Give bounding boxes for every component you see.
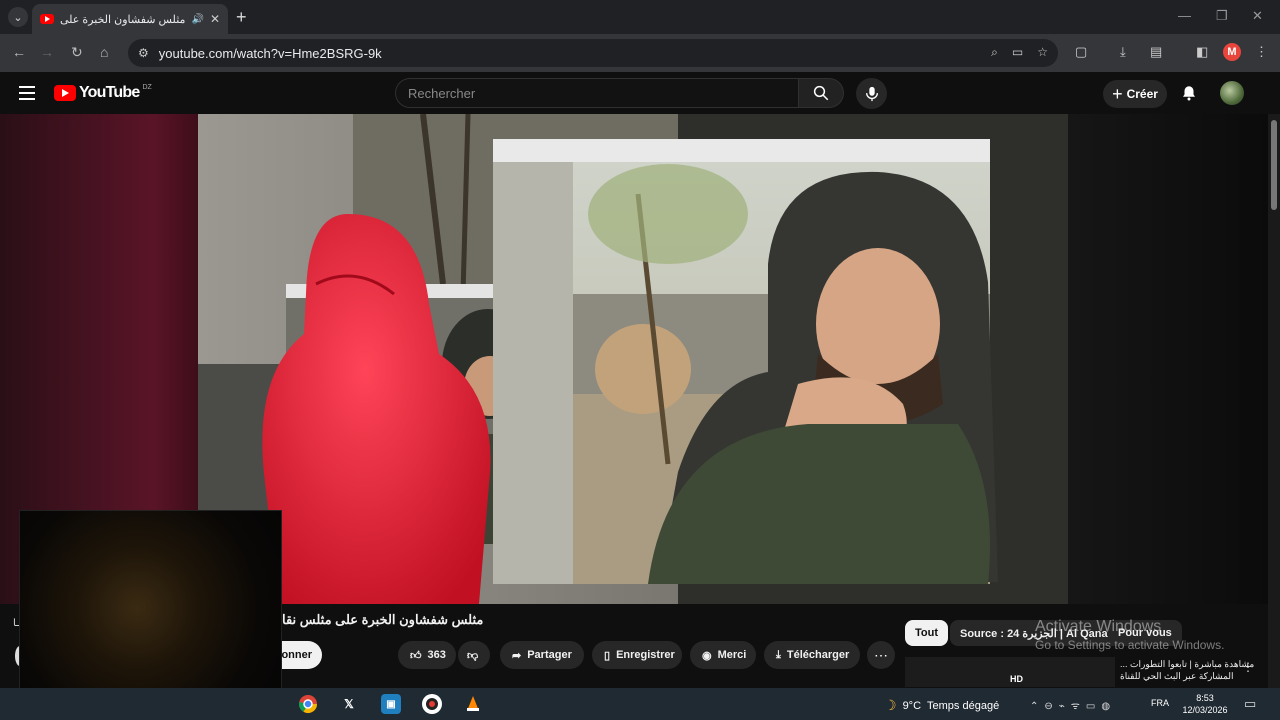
notification-icon[interactable]: ▭	[1244, 696, 1256, 712]
thumbs-up-icon: 👍︎	[410, 649, 422, 662]
system-tray-icons[interactable]: ⌃⊖⌁ᯤ▭◍	[1030, 698, 1116, 712]
recommendation-menu-icon[interactable]: ⋮	[1242, 660, 1254, 674]
back-arrow-icon[interactable]: ←	[12, 44, 26, 60]
menu-kebab-icon[interactable]: ⋮	[1255, 44, 1268, 60]
hd-badge: HD	[1010, 674, 1023, 684]
download-button[interactable]: ⤓ Télécharger	[764, 641, 860, 669]
bookmark-icon: ▯	[604, 649, 611, 662]
address-bar[interactable]: ⚙ youtube.com/watch?v=Hme2BSRG-9k ⌕ ▭ ☆	[128, 39, 1058, 67]
like-button[interactable]: 👍︎ 363	[398, 641, 456, 669]
activate-windows-watermark: Activate Windows Go to Settings to activ…	[1035, 618, 1224, 652]
url-text[interactable]: youtube.com/watch?v=Hme2BSRG-9k	[159, 46, 382, 61]
thanks-label: Merci	[717, 649, 747, 661]
notifications-bell-icon[interactable]	[1180, 84, 1198, 107]
extension-icon[interactable]: ◧	[1196, 44, 1208, 60]
download-icon[interactable]: ⤓	[1120, 44, 1126, 60]
youtube-play-icon	[54, 85, 76, 101]
x-app-icon[interactable]: 𝕏	[339, 694, 359, 714]
chrome-taskbar-icon[interactable]	[298, 694, 318, 714]
youtube-favicon-icon	[40, 14, 54, 24]
weather-widget[interactable]: ☽ 9°C Temps dégagé	[884, 697, 999, 714]
scroll-thumb[interactable]	[1271, 120, 1277, 210]
video-frame[interactable]	[198, 114, 1068, 604]
cast-icon[interactable]: ▭	[1012, 45, 1023, 60]
weather-temp: 9°C	[902, 699, 922, 712]
language-indicator[interactable]: FRA	[1151, 698, 1169, 708]
search-input[interactable]: Rechercher	[395, 78, 799, 108]
share-label: Partager	[527, 649, 572, 661]
create-label: Créer	[1126, 87, 1158, 101]
clock-date: 12/03/2026	[1182, 705, 1228, 715]
reload-icon[interactable]: ↻	[71, 44, 83, 61]
translate-icon[interactable]: ▤	[1150, 44, 1162, 60]
clock-time: 8:53	[1196, 693, 1214, 703]
super-thanks-icon: ◉	[702, 649, 712, 662]
tab-audio-icon[interactable]: 🔊	[191, 14, 203, 25]
search-button[interactable]	[798, 78, 844, 108]
download-arrow-icon: ⤓	[776, 648, 781, 661]
country-code: DZ	[142, 83, 152, 91]
download-label: Télécharger	[786, 649, 850, 661]
page-scrollbar[interactable]	[1268, 114, 1280, 720]
plus-icon: +	[1112, 83, 1123, 104]
browser-toolbar: ← → ↻ ⌂ ⚙ youtube.com/watch?v=Hme2BSRG-9…	[0, 34, 1280, 72]
close-window-button[interactable]: ✕	[1252, 8, 1263, 24]
watermark-line2: Go to Settings to activate Windows.	[1035, 638, 1225, 652]
windows-taskbar: 𝕏 ▣ ☽ 9°C Temps dégagé ⌃⊖⌁ᯤ▭◍ FRA 8:53 1…	[0, 688, 1280, 720]
browser-tab[interactable]: مثلس شفشاون الخبرة على 🔊 ✕	[32, 4, 228, 34]
hamburger-menu-icon[interactable]	[19, 86, 35, 100]
bookmark-star-icon[interactable]: ☆	[1037, 45, 1048, 60]
forward-arrow-icon[interactable]: →	[40, 44, 54, 60]
search-icon	[813, 85, 829, 101]
browser-tab-bar: ⌄ مثلس شفشاون الخبرة على 🔊 ✕ + — ❐ ✕	[0, 0, 1280, 34]
minimize-button[interactable]: —	[1178, 8, 1191, 23]
watermark-line1: Activate Windows	[1035, 618, 1162, 635]
tab-close-icon[interactable]: ✕	[210, 12, 220, 26]
thanks-button[interactable]: ◉ Merci	[690, 641, 756, 669]
video-thumbnail-image	[198, 114, 1068, 604]
tab-search-chevron-icon[interactable]: ⌄	[8, 7, 28, 27]
youtube-header: YouTube DZ Rechercher + Créer	[0, 72, 1280, 114]
maximize-button[interactable]: ❐	[1216, 8, 1228, 24]
weather-text: Temps dégagé	[927, 699, 1000, 712]
share-arrow-icon: ➦	[512, 649, 522, 662]
site-info-icon[interactable]: ⚙	[138, 46, 149, 60]
more-actions-icon[interactable]: ⋯	[867, 641, 895, 669]
create-button[interactable]: + Créer	[1103, 80, 1167, 108]
voice-search-button[interactable]	[856, 78, 887, 109]
youtube-logo[interactable]: YouTube DZ	[54, 84, 152, 102]
vlc-app-icon[interactable]	[463, 694, 483, 714]
zoom-icon[interactable]: ⌕	[991, 45, 998, 60]
video-title: مثلس شفشاون الخبرة على مثلس نقا	[282, 612, 484, 627]
like-count: 363	[427, 649, 446, 661]
tab-title: مثلس شفشاون الخبرة على	[60, 13, 186, 26]
webcam-overlay	[19, 510, 282, 706]
store-app-icon[interactable]: ▣	[381, 694, 401, 714]
user-avatar[interactable]	[1220, 81, 1244, 105]
microphone-icon	[865, 86, 878, 101]
profile-avatar[interactable]: M	[1223, 43, 1241, 61]
chip-all[interactable]: Tout	[905, 620, 949, 646]
new-tab-button[interactable]: +	[236, 7, 247, 27]
recorder-app-icon[interactable]	[422, 694, 442, 714]
moon-icon: ☽	[884, 697, 897, 713]
save-label: Enregistrer	[616, 649, 675, 661]
home-icon[interactable]: ⌂	[100, 44, 108, 60]
save-button[interactable]: ▯ Enregistrer	[592, 641, 682, 669]
share-button[interactable]: ➦ Partager	[500, 641, 584, 669]
dislike-button[interactable]: 👎︎	[458, 641, 490, 669]
recommended-video-title[interactable]: مشاهدة مباشرة | تابعوا التطورات ... المش…	[1120, 658, 1260, 682]
thumbs-down-icon: 👎︎	[467, 649, 479, 662]
extensions-icon[interactable]: ▢	[1075, 44, 1087, 60]
youtube-logo-text: YouTube	[79, 84, 140, 101]
ambient-panel	[1068, 114, 1268, 604]
clock[interactable]: 8:53 12/03/2026	[1180, 692, 1230, 716]
